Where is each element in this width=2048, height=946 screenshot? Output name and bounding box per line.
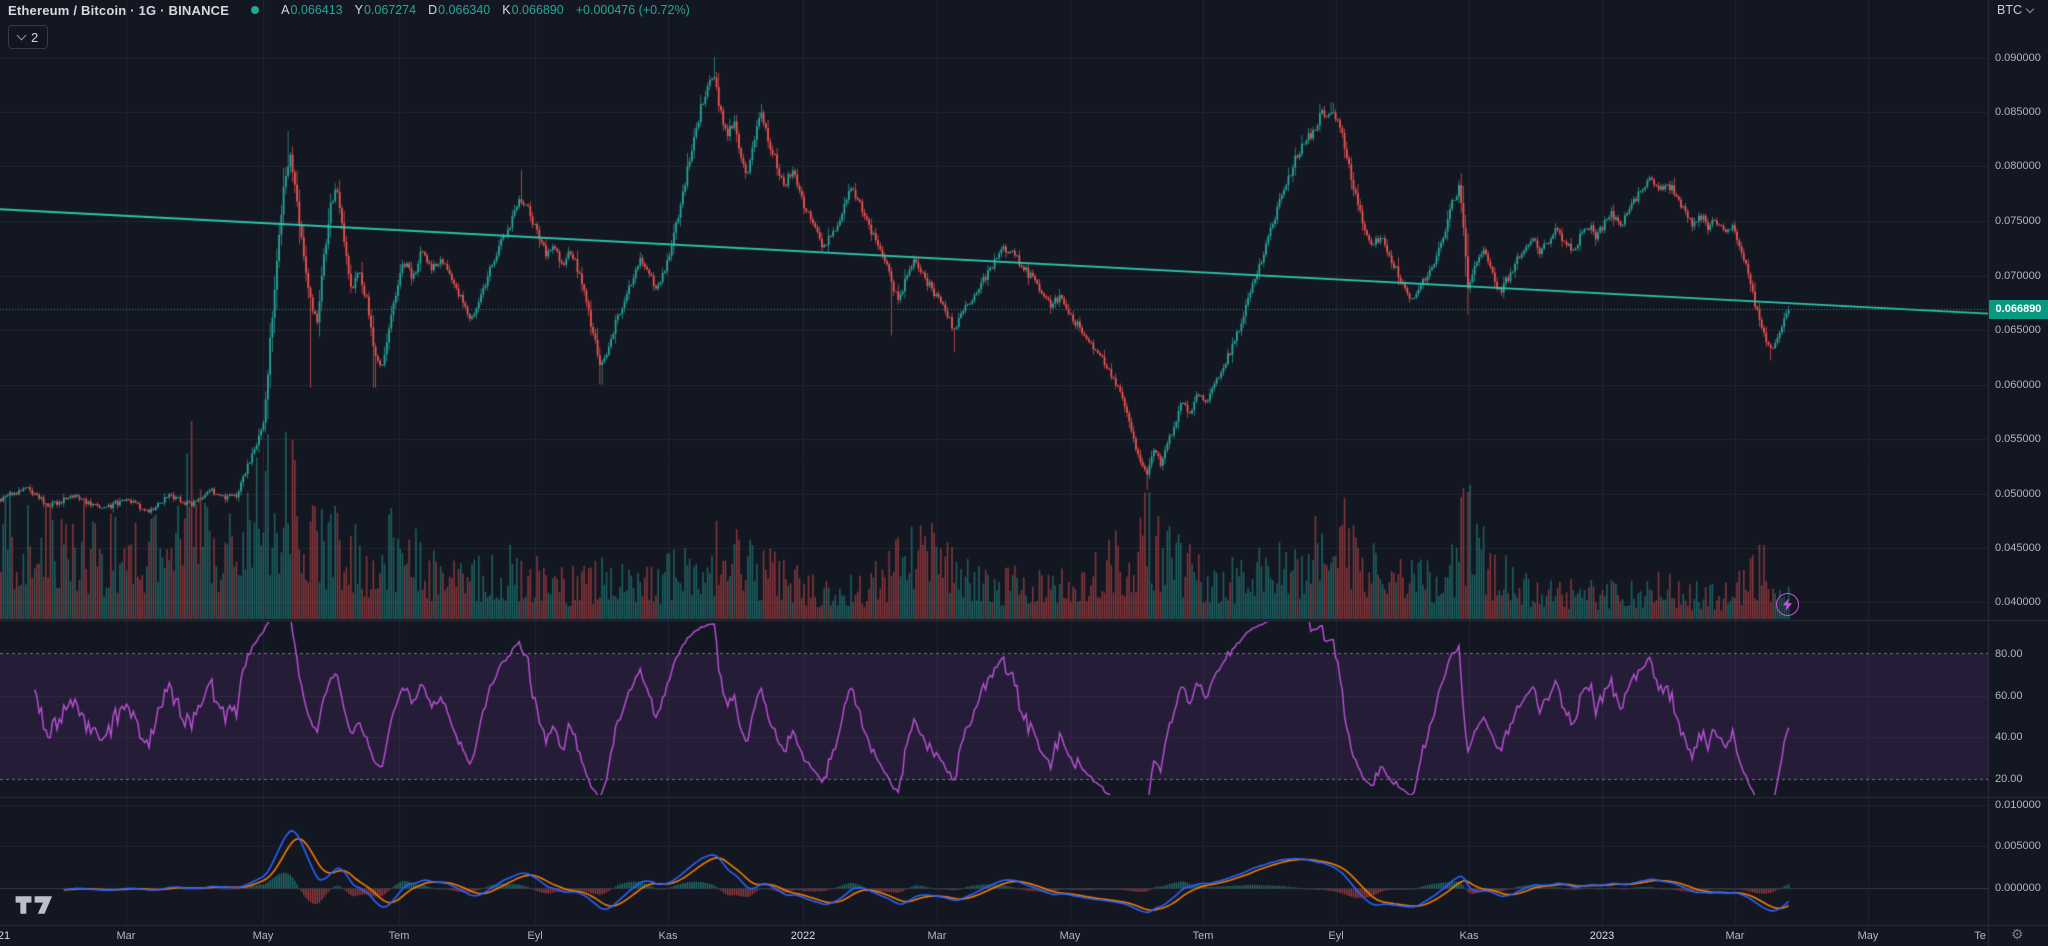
time-tick-label: May: [253, 930, 274, 942]
ohlc-values: A0.066413 Y0.067274 D0.066340 K0.066890 +0.…: [281, 3, 690, 17]
time-tick-label: May: [1858, 930, 1879, 942]
price-tick-label: 0.065000: [1995, 324, 2041, 336]
ohlc-pair: Y0.067274: [355, 3, 416, 17]
price-tick-label: 0.045000: [1995, 542, 2041, 554]
collapsed-count: 2: [31, 30, 38, 45]
price-tick-label: 80.00: [1995, 648, 2023, 660]
time-tick-label: Mar: [928, 930, 947, 942]
time-tick-label: 2023: [1590, 930, 1614, 942]
unit-label: BTC: [1997, 3, 2022, 17]
chart-canvas[interactable]: [0, 0, 2048, 946]
time-tick-label: 21: [0, 930, 10, 942]
ohlc-pair: D0.066340: [428, 3, 490, 17]
price-tick-label: 0.070000: [1995, 270, 2041, 282]
price-tick-label: 40.00: [1995, 731, 2023, 743]
time-tick-label: Mar: [117, 930, 136, 942]
gear-icon[interactable]: ⚙: [2011, 927, 2024, 941]
chart-legend: Ethereum / Bitcoin · 1G · BINANCE A0.066…: [8, 2, 690, 18]
price-unit-button[interactable]: BTC: [1997, 3, 2033, 17]
price-tick-label: 20.00: [1995, 773, 2023, 785]
price-tick-label: 0.005000: [1995, 840, 2041, 852]
time-tick-label: Tem: [1193, 930, 1214, 942]
collapsed-indicators-badge[interactable]: 2: [8, 25, 48, 49]
price-tick-label: 0.080000: [1995, 160, 2041, 172]
price-tick-label: 0.085000: [1995, 106, 2041, 118]
time-tick-label: Eyl: [527, 930, 542, 942]
price-tick-label: 0.000000: [1995, 882, 2041, 894]
price-tick-label: 0.040000: [1995, 596, 2041, 608]
last-price-label: 0.066890: [1989, 300, 2048, 319]
time-tick-label: Mar: [1726, 930, 1745, 942]
price-tick-label: 0.055000: [1995, 433, 2041, 445]
time-tick-label: Kas: [659, 930, 678, 942]
time-tick-label: Kas: [1460, 930, 1479, 942]
tradingview-chart-window: Ethereum / Bitcoin · 1G · BINANCE A0.066…: [0, 0, 2048, 946]
time-tick-label: 2022: [791, 930, 815, 942]
price-tick-label: 0.050000: [1995, 488, 2041, 500]
price-tick-label: 60.00: [1995, 690, 2023, 702]
live-status-dot: [251, 6, 259, 14]
symbol-title[interactable]: Ethereum / Bitcoin · 1G · BINANCE: [8, 3, 229, 18]
price-tick-label: 0.060000: [1995, 379, 2041, 391]
time-tick-label: Tem: [389, 930, 410, 942]
time-tick-label: Te: [1974, 930, 1986, 942]
chevron-down-icon: [2026, 5, 2034, 13]
ohlc-pair: A0.066413: [281, 3, 342, 17]
change-value: +0.000476 (+0.72%): [576, 3, 690, 17]
price-tick-label: 0.075000: [1995, 215, 2041, 227]
time-tick-label: May: [1060, 930, 1081, 942]
tradingview-logo[interactable]: [14, 893, 60, 922]
price-tick-label: 0.010000: [1995, 799, 2041, 811]
time-tick-label: Eyl: [1328, 930, 1343, 942]
ohlc-pair: K0.066890: [502, 3, 563, 17]
price-tick-label: 0.090000: [1995, 52, 2041, 64]
lightning-icon[interactable]: [1776, 593, 1799, 616]
chevron-down-icon: [17, 31, 27, 41]
